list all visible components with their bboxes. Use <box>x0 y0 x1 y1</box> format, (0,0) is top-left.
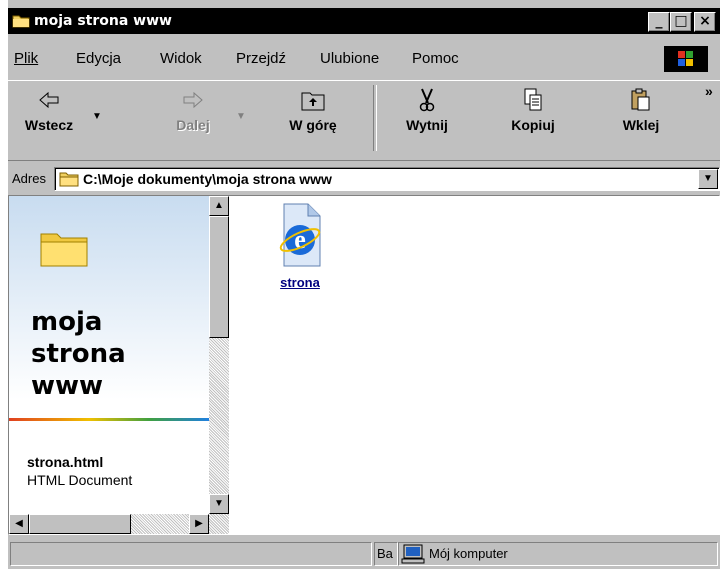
address-bar: Adres C:\Moje dokumenty\moja strona www … <box>8 160 720 196</box>
content-area: moja strona www strona.html HTML Documen… <box>8 195 720 535</box>
ie-html-file-icon: e <box>279 203 321 267</box>
status-section: Ba <box>374 542 398 566</box>
paste-button[interactable]: Wklej <box>606 81 676 157</box>
minimize-button[interactable]: _ <box>648 12 670 32</box>
menu-label: Plik <box>14 50 39 67</box>
folder-title: moja strona www <box>31 306 126 402</box>
copy-icon <box>524 88 542 111</box>
selected-file-type: HTML Document <box>27 472 133 488</box>
address-dropdown-icon[interactable]: ▼ <box>698 169 718 189</box>
menu-pomoc[interactable]: Pomoc <box>412 50 459 67</box>
paste-label: Wklej <box>622 117 660 133</box>
forward-label: Dalej <box>176 117 210 133</box>
back-arrow-icon <box>39 91 59 109</box>
horizontal-scrollbar[interactable]: ◀ ▶ <box>9 514 229 534</box>
toolbar-separator <box>373 85 377 151</box>
toolbar: Wstecz ▼ Dalej ▼ W górę Wytnij Kopiuj Wk… <box>8 80 720 159</box>
menu-label: Ulubione <box>320 50 380 67</box>
menu-edycja[interactable]: Edycja <box>76 50 121 67</box>
back-button[interactable]: Wstecz <box>14 81 84 157</box>
folder-icon <box>12 15 30 28</box>
status-zone-label: Mój komputer <box>429 546 508 561</box>
vertical-scrollbar[interactable]: ▲ ▼ <box>209 196 229 514</box>
menu-label: Przejdź <box>236 50 287 67</box>
up-button[interactable]: W górę <box>278 81 348 157</box>
title-bar[interactable]: moja strona www _ □ × <box>8 8 720 34</box>
scissors-icon <box>419 88 435 112</box>
folder-icon <box>59 172 79 187</box>
maximize-button[interactable]: □ <box>670 12 692 32</box>
scroll-down-icon[interactable]: ▼ <box>209 494 229 514</box>
menu-przejdz[interactable]: Przejdź <box>236 50 286 67</box>
close-button[interactable]: × <box>694 12 716 32</box>
menu-label: Widok <box>160 50 202 67</box>
status-zone: Mój komputer <box>398 542 718 566</box>
address-value: C:\Moje dokumenty\moja strona www <box>83 171 332 187</box>
forward-button[interactable]: Dalej <box>158 81 228 157</box>
copy-label: Kopiuj <box>511 117 555 133</box>
menu-widok[interactable]: Widok <box>160 50 202 67</box>
status-section <box>10 542 372 566</box>
status-bar: Ba Mój komputer <box>8 538 720 569</box>
toolbar-overflow-button[interactable]: » <box>705 83 713 99</box>
scroll-right-icon[interactable]: ▶ <box>189 514 209 534</box>
file-item-strona[interactable]: e strona <box>265 202 335 290</box>
up-label: W górę <box>289 117 337 133</box>
cut-label: Wytnij <box>406 117 448 133</box>
folder-title-line: moja <box>31 307 103 337</box>
address-label: Adres <box>12 171 46 186</box>
windows-flag-icon <box>678 51 693 66</box>
computer-icon <box>401 544 425 564</box>
forward-arrow-icon <box>183 91 203 109</box>
file-label: strona <box>280 275 320 290</box>
explorer-window: moja strona www _ □ × Plik Edycja Widok … <box>8 0 720 569</box>
copy-button[interactable]: Kopiuj <box>498 81 568 157</box>
menu-label: Pomoc <box>412 50 459 67</box>
scroll-thumb[interactable] <box>209 216 229 338</box>
back-label: Wstecz <box>24 117 74 133</box>
selected-file-name: strona.html <box>27 454 104 470</box>
color-divider <box>9 418 209 421</box>
menu-plik[interactable]: Plik <box>14 50 38 67</box>
folder-up-icon <box>301 92 325 111</box>
scroll-thumb[interactable] <box>29 514 131 534</box>
window-title: moja strona www <box>34 13 172 29</box>
web-view-panel: moja strona www strona.html HTML Documen… <box>9 196 209 514</box>
menu-ulubione[interactable]: Ulubione <box>320 50 379 67</box>
scroll-left-icon[interactable]: ◀ <box>9 514 29 534</box>
paste-icon <box>631 88 650 111</box>
forward-dropdown-icon[interactable]: ▼ <box>236 111 246 122</box>
windows-logo <box>664 46 708 72</box>
large-folder-icon <box>40 233 88 267</box>
scroll-up-icon[interactable]: ▲ <box>209 196 229 216</box>
address-input[interactable]: C:\Moje dokumenty\moja strona www ▼ <box>54 167 720 191</box>
folder-title-line: www <box>31 371 104 401</box>
cut-button[interactable]: Wytnij <box>392 81 462 157</box>
folder-title-line: strona <box>31 339 126 369</box>
menu-bar: Plik Edycja Widok Przejdź Ulubione Pomoc <box>8 36 720 80</box>
menu-label: Edycja <box>76 50 122 67</box>
back-dropdown-icon[interactable]: ▼ <box>92 111 102 122</box>
